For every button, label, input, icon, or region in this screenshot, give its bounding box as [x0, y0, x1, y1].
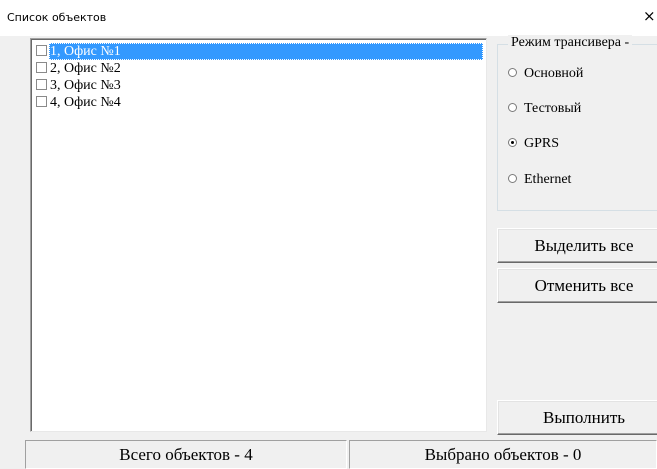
radio-main[interactable]: Основной	[508, 64, 583, 84]
list-item[interactable]: 2, Офис №2	[36, 60, 488, 77]
radio-indicator[interactable]	[508, 68, 517, 78]
list-item[interactable]: 3, Офис №3	[36, 77, 488, 94]
list-item-label: 3, Офис №3	[50, 78, 121, 93]
radio-indicator[interactable]	[508, 138, 517, 148]
radio-label: GPRS	[524, 136, 560, 151]
radio-gprs[interactable]: GPRS	[508, 134, 559, 154]
checkbox[interactable]	[36, 96, 47, 108]
list-item[interactable]: 1, Офис №1	[36, 43, 488, 60]
execute-button[interactable]: Выполнить	[497, 400, 657, 435]
checkbox[interactable]	[36, 79, 47, 91]
radio-indicator[interactable]	[508, 103, 517, 113]
window-title: Список объектов	[7, 11, 107, 24]
list-item-label: 2, Офис №2	[50, 61, 121, 76]
list-item-label: 1, Офис №1	[49, 43, 483, 60]
transceiver-mode-label: Режим трансивера -	[508, 35, 633, 51]
radio-label: Ethernet	[524, 172, 572, 187]
list-item[interactable]: 4, Офис №4	[36, 94, 488, 111]
cancel-all-button[interactable]: Отменить все	[497, 268, 657, 303]
total-objects-status: Всего объектов - 4	[25, 440, 347, 469]
radio-ethernet[interactable]: Ethernet	[508, 170, 571, 190]
list-item-label: 4, Офис №4	[50, 95, 121, 110]
status-bar: Всего объектов - 4 Выбрано объектов - 0	[0, 440, 657, 469]
radio-label: Тестовый	[524, 101, 582, 116]
checkbox[interactable]	[36, 62, 47, 74]
selected-objects-status: Выбрано объектов - 0	[349, 440, 657, 469]
radio-indicator[interactable]	[508, 174, 517, 184]
close-button[interactable]: ×	[643, 5, 657, 27]
title-bar: Список объектов ×	[0, 0, 657, 36]
checkbox[interactable]	[36, 45, 47, 57]
select-all-button[interactable]: Выделить все	[497, 228, 657, 263]
object-list[interactable]: 1, Офис №1 2, Офис №2 3, Офис №3 4, Офис…	[30, 38, 487, 432]
radio-label: Основной	[524, 66, 584, 81]
radio-test[interactable]: Тестовый	[508, 99, 581, 119]
